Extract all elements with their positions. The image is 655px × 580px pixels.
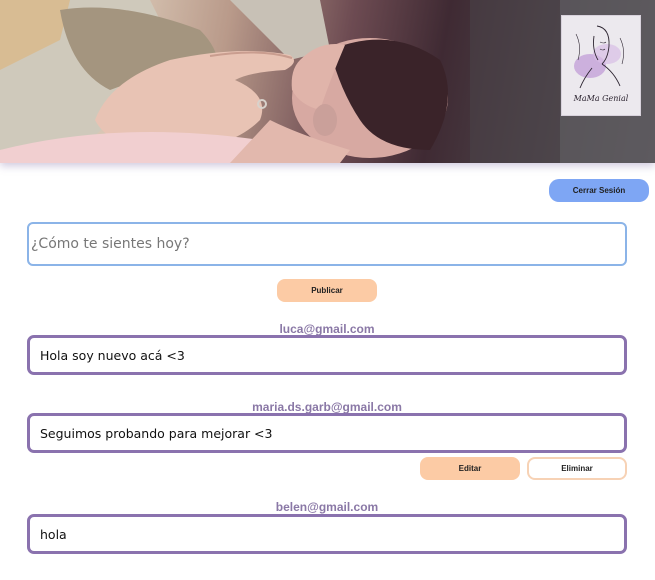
post-text: Seguimos probando para mejorar <3 (27, 413, 627, 453)
edit-post-button[interactable]: Editar (420, 457, 520, 480)
post-text: hola (27, 514, 627, 554)
publish-button[interactable]: Publicar (277, 279, 377, 302)
status-input[interactable] (27, 222, 627, 266)
header-banner: MaMa Genial (0, 0, 655, 163)
post-author: belen@gmail.com (275, 500, 379, 514)
brand-logo: MaMa Genial (561, 15, 641, 116)
post-author: maria.ds.garb@gmail.com (252, 400, 402, 414)
logout-button[interactable]: Cerrar Sesión (549, 179, 649, 202)
mother-and-baby-photo (0, 0, 655, 163)
delete-post-button[interactable]: Eliminar (527, 457, 627, 480)
post-text: Hola soy nuevo acá <3 (27, 335, 627, 375)
logo-text: MaMa Genial (573, 94, 629, 103)
post-author: luca@gmail.com (279, 322, 375, 336)
